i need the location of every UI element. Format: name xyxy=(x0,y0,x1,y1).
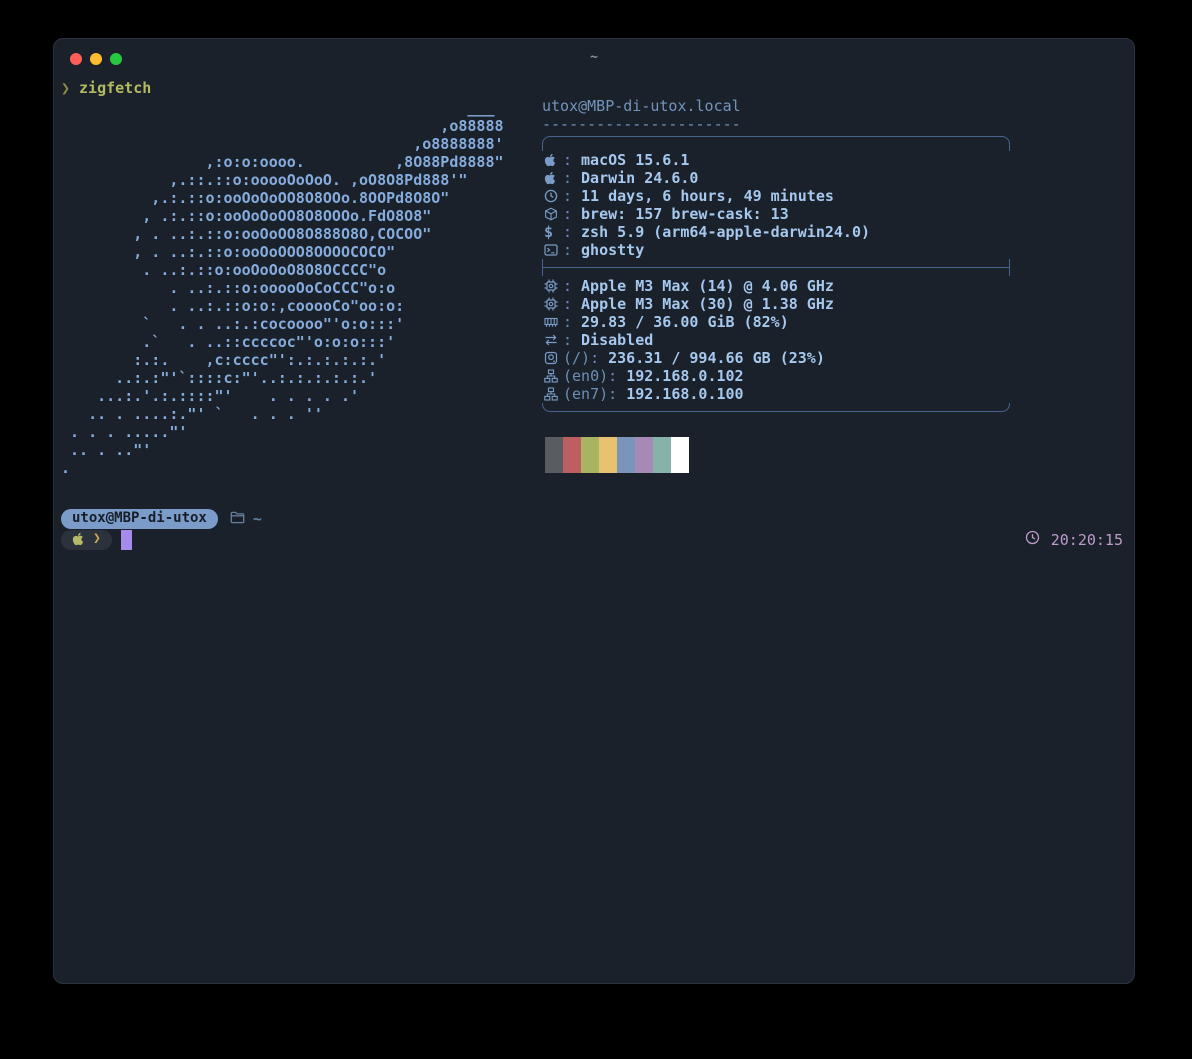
prompt-line-context: utox@MBP-di-utox ~ xyxy=(61,509,262,529)
fetch-box-border-bottom xyxy=(542,403,1010,412)
fetch-row: : Darwin 24.6.0 xyxy=(542,169,1010,187)
divider-tick-right xyxy=(1009,259,1010,276)
executed-command-line: ❯ zigfetch xyxy=(61,79,151,97)
fetch-row-value: Darwin 24.6.0 xyxy=(581,169,698,187)
palette-swatch-red xyxy=(563,437,581,473)
prompt-time: 20:20:15 xyxy=(1051,531,1123,549)
shell-prompt-badge: ❯ xyxy=(61,530,112,550)
fetch-row-label: : xyxy=(563,151,572,169)
fetch-row: : Disabled xyxy=(542,331,1010,349)
terminal-icon xyxy=(544,243,563,257)
fetch-row-label: : xyxy=(563,169,572,187)
folder-icon xyxy=(230,510,245,529)
text-cursor[interactable] xyxy=(121,530,132,550)
fetch-box-border-top xyxy=(542,136,1010,151)
user-host-badge: utox@MBP-di-utox xyxy=(61,509,218,529)
network-icon xyxy=(544,387,563,401)
fetch-row-value: Apple M3 Max (14) @ 4.06 GHz xyxy=(581,277,834,295)
clock-icon xyxy=(544,189,563,203)
fetch-row-value: brew: 157 brew-cask: 13 xyxy=(581,205,789,223)
cpu-icon xyxy=(544,279,563,293)
fetch-row: : ghostty xyxy=(542,241,1010,259)
fetch-row-value: 236.31 / 994.66 GB (23%) xyxy=(608,349,825,367)
fetch-row-value: Disabled xyxy=(581,331,653,349)
apple-icon xyxy=(544,153,563,167)
package-icon xyxy=(544,207,563,221)
command-text: zigfetch xyxy=(79,79,151,97)
terminal-window: ~ ❯ zigfetch ___ ,o88888 ,o8888888' ,:o:o… xyxy=(53,38,1135,984)
fetch-row: : macOS 15.6.1 xyxy=(542,151,1010,169)
gpu-icon xyxy=(544,297,563,311)
prompt-arrow: ❯ xyxy=(93,530,101,548)
fetch-row-label: : xyxy=(563,241,572,259)
fetch-row: (/): 236.31 / 994.66 GB (23%) xyxy=(542,349,1010,367)
palette-swatch-magenta xyxy=(635,437,653,473)
color-palette xyxy=(545,437,1010,473)
fetch-row-value: Apple M3 Max (30) @ 1.38 GHz xyxy=(581,295,834,313)
fetch-row: (en7): 192.168.0.100 xyxy=(542,385,1010,403)
fetch-row-value: 192.168.0.102 xyxy=(626,367,743,385)
ascii-art-shell: ___ ,o88888 ,o8888888' ,:o:o:oooo. ,8O88… xyxy=(61,99,504,477)
palette-swatch-yellow xyxy=(599,437,617,473)
fetch-row-value: zsh 5.9 (arm64-apple-darwin24.0) xyxy=(581,223,870,241)
fetch-row-label: : xyxy=(563,277,572,295)
window-title: ~ xyxy=(54,49,1134,67)
fetch-row-label: : xyxy=(563,295,572,313)
prompt-input-line[interactable]: ❯ xyxy=(61,529,132,550)
palette-swatch-blue xyxy=(617,437,635,473)
swap-icon xyxy=(544,333,563,347)
fetch-row-label: (en7): xyxy=(563,385,617,403)
palette-swatch-black xyxy=(545,437,563,473)
fetch-row-label: : xyxy=(563,313,572,331)
fetch-row: :29.83 / 36.00 GiB (82%) xyxy=(542,313,1010,331)
fetch-row: (en0): 192.168.0.102 xyxy=(542,367,1010,385)
fetch-row: : Apple M3 Max (14) @ 4.06 GHz xyxy=(542,277,1010,295)
fetch-row: : Apple M3 Max (30) @ 1.38 GHz xyxy=(542,295,1010,313)
fetch-row-label: : xyxy=(563,331,572,349)
disk-icon xyxy=(544,351,563,365)
fetch-info-panel: utox@MBP-di-utox.local -----------------… xyxy=(542,97,1010,473)
fetch-row-label: : xyxy=(563,187,572,205)
cwd-path: ~ xyxy=(253,510,262,528)
fetch-row-value: macOS 15.6.1 xyxy=(581,151,689,169)
fetch-section-hardware: : Apple M3 Max (14) @ 4.06 GHz: Apple M3 M… xyxy=(542,277,1010,403)
apple-icon xyxy=(72,532,84,546)
fetch-row: $: zsh 5.9 (arm64-apple-darwin24.0) xyxy=(542,223,1010,241)
fetch-host-underline: ---------------------- xyxy=(542,115,1010,133)
divider xyxy=(542,267,1010,268)
fetch-row: : brew: 157 brew-cask: 13 xyxy=(542,205,1010,223)
fetch-row-value: ghostty xyxy=(581,241,644,259)
fetch-row-value: 11 days, 6 hours, 49 minutes xyxy=(581,187,834,205)
dollar-icon: $ xyxy=(544,223,563,241)
network-icon xyxy=(544,369,563,383)
fetch-row: :11 days, 6 hours, 49 minutes xyxy=(542,187,1010,205)
fetch-box-border-middle xyxy=(542,259,1010,277)
fetch-row-value: 192.168.0.100 xyxy=(626,385,743,403)
prompt-clock: 20:20:15 xyxy=(1025,530,1123,549)
fetch-host: utox@MBP-di-utox.local xyxy=(542,97,1010,115)
divider-tick-left xyxy=(542,259,543,276)
current-directory: ~ xyxy=(230,510,262,529)
prompt-symbol: ❯ xyxy=(61,79,70,97)
fetch-section-system: :macOS 15.6.1:Darwin 24.6.0:11 days, 6 h… xyxy=(542,151,1010,259)
palette-swatch-white xyxy=(671,437,689,473)
fetch-row-value: 29.83 / 36.00 GiB (82%) xyxy=(581,313,789,331)
memory-icon xyxy=(544,315,563,329)
fetch-row-label: : xyxy=(563,205,572,223)
fetch-row-label: : xyxy=(563,223,572,241)
palette-swatch-green xyxy=(581,437,599,473)
apple-icon xyxy=(544,171,563,185)
fetch-row-label: (/): xyxy=(563,349,599,367)
palette-swatch-cyan xyxy=(653,437,671,473)
clock-icon xyxy=(1025,530,1040,549)
fetch-row-label: (en0): xyxy=(563,367,617,385)
